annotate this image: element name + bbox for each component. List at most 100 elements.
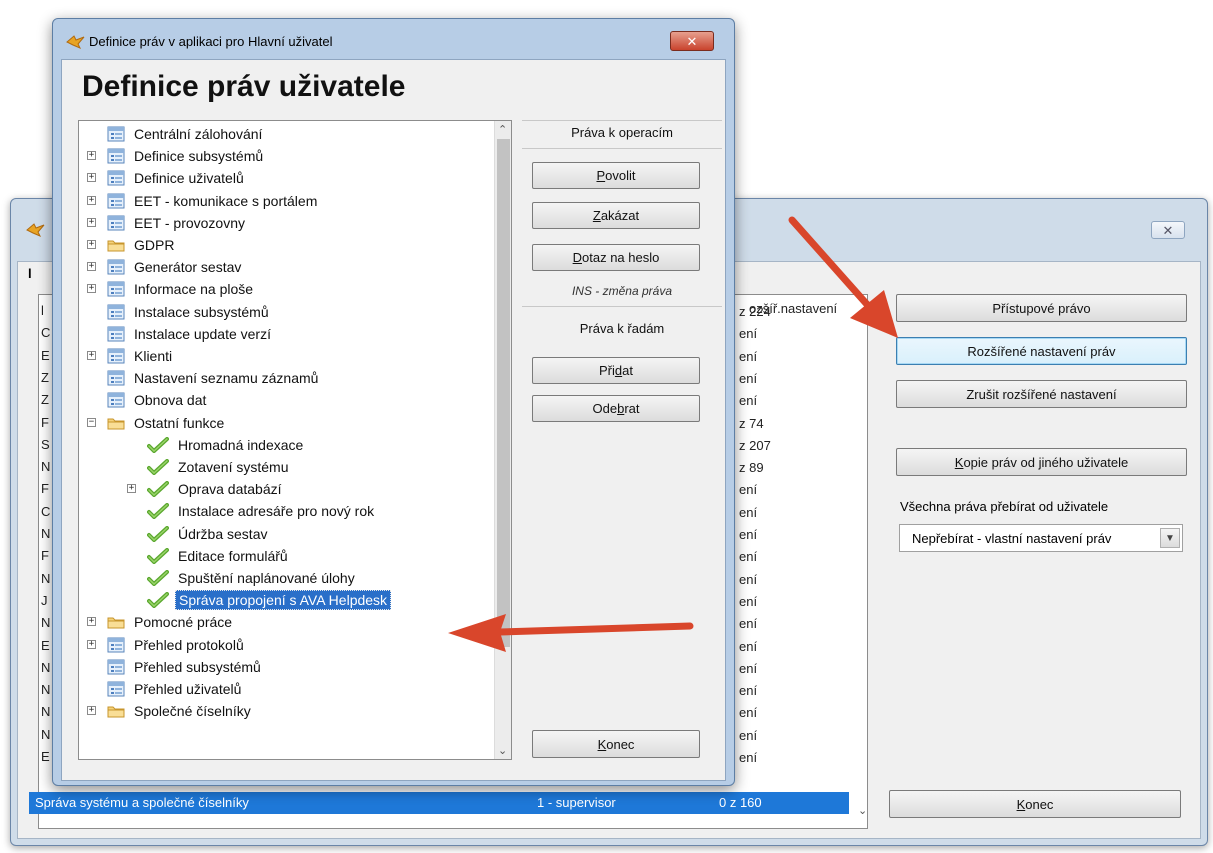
tree-item-label: Definice subsystémů bbox=[134, 148, 264, 165]
tree-item[interactable]: Hromadná indexace bbox=[147, 434, 306, 456]
password-query-button[interactable]: Dotaz na heslo bbox=[532, 244, 700, 271]
add-post: at bbox=[622, 363, 633, 378]
table-icon bbox=[107, 126, 125, 142]
table-icon bbox=[107, 148, 125, 164]
list-cell-first: N bbox=[41, 526, 51, 541]
remove-button[interactable]: Ode b rat bbox=[532, 395, 700, 422]
tree-item[interactable]: Pomocné práce bbox=[107, 611, 235, 633]
tree-scroll-thumb[interactable] bbox=[497, 139, 510, 647]
tree-item-label: Instalace update verzí bbox=[134, 325, 271, 342]
tree-item-label: EET - provozovny bbox=[134, 214, 246, 231]
tree-item[interactable]: Klienti bbox=[107, 345, 175, 367]
tree-item[interactable]: Společné číselníky bbox=[107, 700, 254, 722]
list-cell-extended: ení bbox=[739, 482, 758, 498]
list-cell-extended: ení bbox=[739, 705, 758, 721]
chevron-down-icon[interactable]: ▼ bbox=[1160, 528, 1180, 548]
allow-button[interactable]: Povolit bbox=[532, 162, 700, 189]
tree-item[interactable]: Přehled uživatelů bbox=[107, 678, 244, 700]
list-cell-extended: z 224 bbox=[739, 304, 771, 319]
list-cell-first: E bbox=[41, 637, 50, 653]
tree-item[interactable]: Oprava databází bbox=[147, 478, 285, 500]
deny-button[interactable]: Zakázat bbox=[532, 202, 700, 229]
dialog-client: Definice práv uživatele Centrální záloho… bbox=[61, 59, 726, 781]
chevron-down-icon[interactable]: ⌄ bbox=[498, 744, 507, 757]
tree-item[interactable]: Instalace adresáře pro nový rok bbox=[147, 500, 377, 522]
expand-icon[interactable]: + bbox=[87, 284, 96, 294]
add-key: d bbox=[614, 363, 623, 378]
expand-icon[interactable]: + bbox=[87, 151, 96, 161]
allow-key: P bbox=[596, 168, 606, 183]
cancel-extended-button[interactable]: Zrušit rozšířené nastavení bbox=[896, 380, 1187, 408]
tree-scrollbar[interactable]: ⌃ ⌄ bbox=[494, 121, 511, 759]
tree-item[interactable]: Spuštění naplánované úlohy bbox=[147, 567, 358, 589]
ops-rights-label: Práva k operacím bbox=[571, 125, 673, 140]
back-window-close-button[interactable]: ✕ bbox=[1151, 221, 1185, 239]
tree-item[interactable]: Zotavení systému bbox=[147, 456, 292, 478]
chevron-up-icon[interactable]: ⌃ bbox=[498, 123, 507, 136]
tree-item[interactable]: Definice subsystémů bbox=[107, 145, 266, 167]
tree-item[interactable]: Přehled subsystémů bbox=[107, 656, 264, 678]
list-cell-first: E bbox=[41, 347, 50, 363]
checkmark-icon bbox=[147, 436, 169, 453]
table-icon bbox=[107, 348, 125, 364]
tree-item-label: Spuštění naplánované úlohy bbox=[178, 570, 355, 586]
inherit-rights-value: Nepřebírat - vlastní nastavení práv bbox=[912, 531, 1112, 546]
extended-settings-button[interactable]: Rozšířené nastavení práv bbox=[896, 337, 1187, 365]
tree-item[interactable]: Přehled protokolů bbox=[107, 634, 247, 656]
app-logo-icon bbox=[66, 35, 85, 49]
list-cell-extended: ení bbox=[739, 549, 758, 565]
list-cell-extended: z 89 bbox=[739, 460, 764, 476]
dialog-close-button[interactable]: ✕ bbox=[670, 31, 714, 51]
list-cell-first: N bbox=[41, 615, 51, 631]
tree-item[interactable]: Informace na ploše bbox=[107, 278, 256, 300]
rights-action-panel: Práva k operacím Povolit Zakázat Dotaz n… bbox=[522, 120, 722, 760]
expand-icon[interactable]: + bbox=[87, 195, 96, 205]
back-end-button[interactable]: Konec bbox=[889, 790, 1181, 818]
tree-item-label: Obnova dat bbox=[134, 392, 207, 409]
rights-tree[interactable]: Centrální zálohování Definice subsystémů +… bbox=[78, 120, 512, 760]
tree-item[interactable]: Nastavení seznamu záznamů bbox=[107, 367, 321, 389]
expand-icon[interactable]: + bbox=[87, 173, 96, 183]
checkmark-icon bbox=[147, 503, 169, 520]
tree-item[interactable]: Definice uživatelů bbox=[107, 167, 247, 189]
app-logo-icon bbox=[26, 223, 45, 237]
inherit-rights-select[interactable]: Nepřebírat - vlastní nastavení práv ▼ bbox=[899, 524, 1183, 552]
folder-icon bbox=[107, 703, 125, 719]
page-title: Definice práv uživatele bbox=[82, 70, 406, 103]
expand-icon[interactable]: + bbox=[87, 639, 96, 649]
tree-item[interactable]: Instalace update verzí bbox=[107, 323, 274, 345]
expand-icon[interactable]: + bbox=[87, 351, 96, 360]
expand-icon[interactable]: + bbox=[87, 706, 96, 716]
expand-icon[interactable]: + bbox=[127, 484, 136, 494]
add-pre: Při bbox=[599, 363, 615, 378]
copy-rights-post: opie práv od jiného uživatele bbox=[963, 454, 1129, 470]
end-button[interactable]: Konec bbox=[532, 730, 700, 758]
tree-item[interactable]: Editace formulářů bbox=[147, 545, 291, 567]
tree-item[interactable]: Obnova dat bbox=[107, 389, 209, 411]
tree-item[interactable]: EET - komunikace s portálem bbox=[107, 190, 320, 212]
expand-icon[interactable]: + bbox=[87, 217, 96, 227]
tree-item[interactable]: Ostatní funkce bbox=[107, 412, 227, 434]
add-button[interactable]: Při d at bbox=[532, 357, 700, 384]
expand-icon[interactable]: + bbox=[87, 240, 96, 249]
tree-item-label: Správa propojení s AVA Helpdesk bbox=[175, 590, 392, 611]
collapse-icon[interactable]: − bbox=[87, 417, 96, 427]
list-cell-extended: ení bbox=[739, 727, 758, 743]
tree-item[interactable]: Správa propojení s AVA Helpdesk bbox=[147, 589, 392, 611]
panel-divider bbox=[522, 148, 722, 149]
table-icon bbox=[107, 304, 125, 320]
list-cell-extended: ení bbox=[739, 393, 758, 409]
expand-icon[interactable]: + bbox=[87, 617, 96, 627]
tree-item[interactable]: EET - provozovny bbox=[107, 212, 248, 234]
tree-item[interactable]: Generátor sestav bbox=[107, 256, 244, 278]
tree-item[interactable]: GDPR bbox=[107, 234, 177, 256]
tree-item-label: EET - komunikace s portálem bbox=[134, 192, 318, 209]
expand-icon[interactable]: + bbox=[87, 262, 96, 272]
list-scroll-down-icon[interactable]: ⌄ bbox=[858, 804, 867, 817]
tree-item[interactable]: Centrální zálohování bbox=[107, 123, 265, 145]
tree-item[interactable]: Údržba sestav bbox=[147, 523, 270, 545]
tree-item[interactable]: Instalace subsystémů bbox=[107, 301, 272, 323]
access-right-button[interactable]: Přístupové právo bbox=[896, 294, 1187, 322]
copy-rights-button[interactable]: Kopie práv od jiného uživatele bbox=[896, 448, 1187, 476]
selected-list-row[interactable]: Správa systému a společné číselníky 1 - … bbox=[29, 792, 849, 814]
